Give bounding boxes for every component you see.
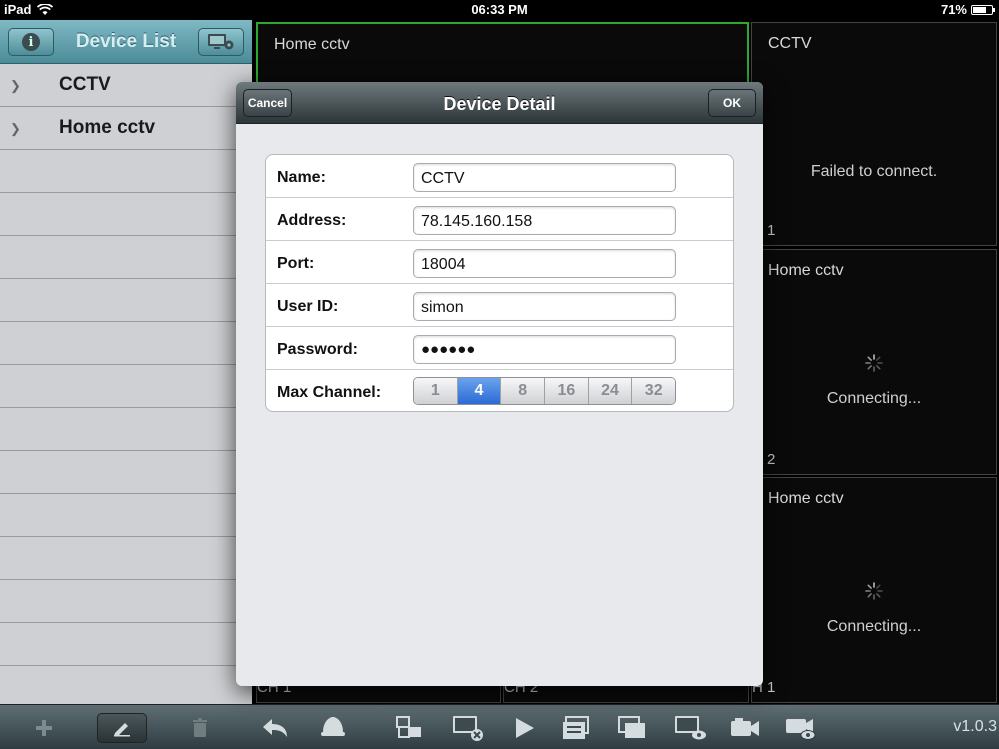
layout-button[interactable] <box>394 713 426 743</box>
layout-grid-icon <box>396 716 421 738</box>
stop-view-button[interactable] <box>450 713 486 743</box>
dialog-header: Cancel Device Detail OK <box>236 82 763 124</box>
max-channel-option-8[interactable]: 8 <box>501 378 546 404</box>
loading-spinner-icon <box>865 354 883 372</box>
form-row-user-id: User ID: simon <box>266 284 733 327</box>
empty-row <box>0 494 252 537</box>
monitor-eye-icon <box>675 716 706 740</box>
cell-status-message: Connecting... <box>826 618 922 635</box>
cell-status-message: Failed to connect. <box>810 163 938 180</box>
device-settings-button[interactable] <box>198 28 244 56</box>
cell-device-name: Home cctv <box>274 36 350 53</box>
max-channel-option-4[interactable]: 4 <box>457 378 502 404</box>
loading-spinner-icon <box>865 582 883 600</box>
play-button[interactable] <box>510 713 538 743</box>
edit-device-button[interactable] <box>97 713 147 743</box>
address-field[interactable]: 78.145.160.158 <box>413 206 676 235</box>
pencil-icon <box>114 723 130 737</box>
bottom-toolbar: v1.0.3 <box>0 704 999 749</box>
max-channel-option-16[interactable]: 16 <box>545 378 589 404</box>
empty-row <box>0 408 252 451</box>
max-channel-option-32[interactable]: 32 <box>632 378 675 404</box>
user-id-label: User ID: <box>277 298 339 315</box>
empty-row <box>0 451 252 494</box>
empty-row <box>0 193 252 236</box>
max-channel-segmented-control: 1 4 8 16 24 32 <box>413 377 676 405</box>
list-item-label: Home cctv <box>59 117 156 138</box>
cell-device-name: CCTV <box>768 35 812 52</box>
chevron-right-icon: ❯ <box>10 78 21 93</box>
windows-icon <box>618 716 645 738</box>
empty-row <box>0 150 252 193</box>
record-button[interactable] <box>728 713 762 743</box>
empty-row <box>0 279 252 322</box>
list-item-cctv[interactable]: ❯ CCTV <box>0 64 252 107</box>
version-label: v1.0.3 <box>953 718 997 735</box>
port-field[interactable]: 18004 <box>413 249 676 278</box>
play-icon <box>516 718 534 738</box>
device-detail-dialog: Cancel Device Detail OK Name: CCTV Addre… <box>236 82 763 686</box>
device-form: Name: CCTV Address: 78.145.160.158 Port:… <box>265 154 734 412</box>
video-cell-2[interactable]: CCTV Failed to connect. H 1 <box>751 22 997 246</box>
cell-status-message: Connecting... <box>826 390 922 407</box>
max-channel-option-1[interactable]: 1 <box>414 378 458 404</box>
app-root: iPad 06:33 PM 71% i Device List ❯ CCTV ❯… <box>0 0 999 749</box>
chevron-right-icon: ❯ <box>10 121 21 136</box>
delete-device-button[interactable] <box>188 713 212 743</box>
empty-row <box>0 365 252 408</box>
form-row-password: Password: ●●●●●● <box>266 327 733 370</box>
dialog-title: Device Detail <box>443 94 556 114</box>
battery-percent: 71% <box>940 2 967 17</box>
cell-device-name: Home cctv <box>768 490 844 507</box>
password-field[interactable]: ●●●●●● <box>413 335 676 364</box>
address-label: Address: <box>277 212 347 229</box>
form-row-port: Port: 18004 <box>266 241 733 284</box>
video-camera-icon <box>731 718 759 736</box>
cell-device-name: Home cctv <box>768 262 844 279</box>
port-label: Port: <box>277 255 315 272</box>
battery-icon <box>971 4 995 15</box>
add-device-button[interactable] <box>30 713 58 743</box>
password-label: Password: <box>277 341 358 358</box>
empty-row <box>0 322 252 365</box>
device-list-sidebar: i Device List ❯ CCTV ❯ Home cctv <box>0 20 252 704</box>
fullscreen-button[interactable] <box>616 713 648 743</box>
monitor-gear-icon <box>208 34 234 50</box>
ok-button[interactable]: OK <box>708 89 756 117</box>
form-row-max-channel: Max Channel: 1 4 8 16 24 32 <box>266 370 733 411</box>
name-label: Name: <box>277 169 326 186</box>
empty-row <box>0 623 252 666</box>
list-window-icon <box>563 716 589 739</box>
max-channel-label: Max Channel: <box>277 384 382 401</box>
view-monitor-button[interactable] <box>672 713 708 743</box>
form-row-address: Address: 78.145.160.158 <box>266 198 733 241</box>
camera-eye-icon <box>786 719 816 740</box>
name-field[interactable]: CCTV <box>413 163 676 192</box>
trash-icon <box>193 718 207 737</box>
monitor-close-icon <box>453 716 483 741</box>
sidebar-header: i Device List <box>0 20 252 64</box>
plus-icon <box>36 720 52 736</box>
empty-row <box>0 580 252 623</box>
empty-row <box>0 537 252 580</box>
clock: 06:33 PM <box>471 2 528 17</box>
ptz-button[interactable] <box>318 713 348 743</box>
status-bar: iPad 06:33 PM 71% <box>0 0 999 20</box>
form-row-name: Name: CCTV <box>266 155 733 198</box>
back-button[interactable] <box>260 713 290 743</box>
video-cell-4[interactable]: Home cctv Connecting... H 1 <box>751 477 997 703</box>
back-arrow-icon <box>263 719 287 737</box>
user-id-field[interactable]: simon <box>413 292 676 321</box>
empty-row <box>0 236 252 279</box>
list-item-label: CCTV <box>59 74 111 95</box>
dome-camera-icon <box>321 717 345 736</box>
max-channel-option-24[interactable]: 24 <box>588 378 633 404</box>
video-cell-3[interactable]: Home cctv Connecting... H 2 <box>751 249 997 475</box>
camera-view-button[interactable] <box>783 713 819 743</box>
playback-list-button[interactable] <box>560 713 592 743</box>
list-item-home-cctv[interactable]: ❯ Home cctv <box>0 107 252 150</box>
